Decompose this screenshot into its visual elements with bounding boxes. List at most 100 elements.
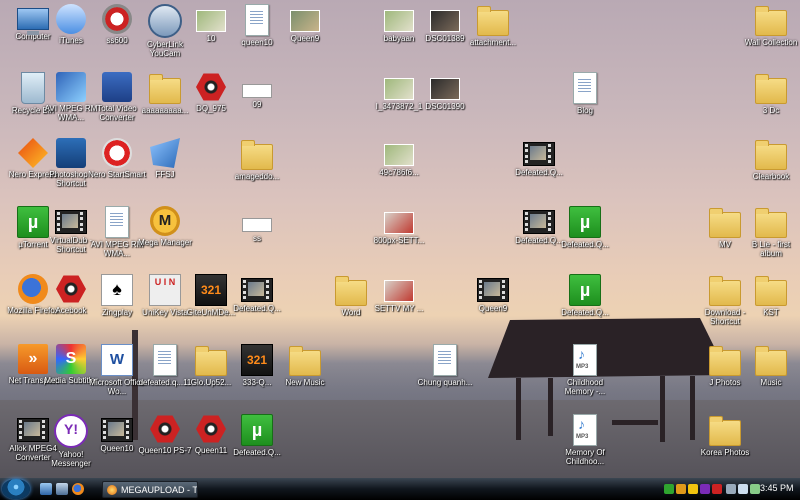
document-icon: [573, 72, 597, 104]
desktop-icon-label: Defeated.Q...: [233, 304, 281, 313]
image-icon: [430, 78, 460, 100]
desktop-icon[interactable]: New Music: [276, 344, 334, 387]
tray-utorrent-icon[interactable]: [664, 484, 674, 494]
folder-icon: [709, 276, 741, 306]
desktop-icon-label: Korea Photos: [700, 448, 750, 457]
desktop-icon-label: attachment...: [469, 38, 517, 47]
desktop-icon[interactable]: attachment...: [464, 4, 522, 47]
folder-icon: [755, 6, 787, 36]
app-icon: [150, 138, 180, 168]
tray-yahoo-icon[interactable]: [688, 484, 698, 494]
virtualdub-icon: [55, 210, 87, 234]
desktop-icon[interactable]: Chung quanh...: [416, 344, 474, 387]
zingplay-icon: ♠: [101, 274, 133, 306]
desktop-icon[interactable]: µ Defeated.Q...: [556, 274, 614, 317]
desktop-icon-label: Clearbook: [752, 172, 790, 181]
tray-language-icon[interactable]: [712, 484, 722, 494]
desktop-icon-label: 800px-SETT...: [373, 236, 425, 245]
show-desktop-icon[interactable]: [40, 483, 52, 495]
start-button[interactable]: [2, 479, 30, 499]
desktop-icon-label: Defeated.Q...: [561, 308, 609, 317]
mp3-file-icon: [573, 414, 597, 446]
image-icon: [384, 280, 414, 302]
desktop-icon-label: Chung quanh...: [417, 378, 473, 387]
desktop-icon-label: B Lie - first album: [751, 240, 791, 258]
yahoo-messenger-icon: Y!: [54, 414, 88, 448]
media-player-icon: [150, 415, 180, 443]
image-icon: [384, 144, 414, 166]
media-player-icon: [196, 73, 226, 101]
itunes-icon: [56, 4, 86, 34]
desktop-icon[interactable]: amageddo...: [228, 138, 286, 181]
desktop-icon-label: amageddo...: [234, 172, 280, 181]
folder-icon: [709, 416, 741, 446]
folder-icon: [709, 208, 741, 238]
folder-icon: [241, 140, 273, 170]
desktop-icon[interactable]: Memory Of Childhoo...: [556, 414, 614, 466]
taskbar-clock[interactable]: 3:45 PM: [760, 483, 794, 493]
desktop-icon-label: Music: [760, 378, 782, 387]
document-icon: [433, 344, 457, 376]
desktop-icon[interactable]: µ Defeated.Q...: [228, 414, 286, 457]
image-icon: [384, 212, 414, 234]
tray-app-icon[interactable]: [676, 484, 686, 494]
desktop-icon-label: Queen9: [290, 34, 320, 43]
desktop-icon[interactable]: FFSJ: [136, 138, 194, 179]
desktop-icon[interactable]: DSC01390: [416, 72, 474, 111]
desktop-icon[interactable]: Wall Collection: [742, 4, 800, 47]
desktop-icon[interactable]: Queen9: [276, 4, 334, 43]
tray-network-icon[interactable]: [726, 484, 736, 494]
folder-icon: [755, 208, 787, 238]
desktop-icon[interactable]: Childhood Memory -...: [556, 344, 614, 396]
image-icon: [196, 10, 226, 32]
desktop-icon[interactable]: Defeated.Q...: [228, 274, 286, 313]
firefox-quicklaunch-icon[interactable]: [72, 483, 84, 495]
desktop-icon[interactable]: Clearbook: [742, 138, 800, 181]
folder-icon: [149, 74, 181, 104]
folder-icon: [195, 346, 227, 376]
folder-icon: [477, 6, 509, 36]
switch-windows-icon[interactable]: [56, 483, 68, 495]
folder-icon: [755, 346, 787, 376]
desktop-icon-label: Defeated.Q...: [233, 448, 281, 457]
desktop-icon[interactable]: Blog: [556, 72, 614, 115]
desktop-icon-label: Childhood Memory -...: [564, 378, 606, 396]
kmplayer-icon: 321: [195, 274, 227, 306]
desktop-icon[interactable]: 49c786f6...: [370, 138, 428, 177]
taskbar-window-title: MEGAUPLOAD - Th...: [121, 485, 198, 495]
desktop-icon[interactable]: Defeated.Q...: [510, 138, 568, 177]
desktop-icon-label: SETTV MY ...: [374, 304, 424, 313]
desktop-icon-label: New Music: [285, 378, 325, 387]
tray-power-icon[interactable]: [750, 484, 760, 494]
torrent-file-icon: µ: [241, 414, 273, 446]
desktop-icon[interactable]: 09: [228, 72, 286, 109]
mega-manager-icon: M: [150, 206, 180, 236]
desktop-icon[interactable]: Queen9: [464, 274, 522, 313]
folder-icon: [755, 74, 787, 104]
desktop-icon-label: 3 Dc: [762, 106, 780, 115]
tray-messenger-icon[interactable]: [700, 484, 710, 494]
tray-volume-icon[interactable]: [738, 484, 748, 494]
desktop-icon-label: KST: [763, 308, 779, 317]
desktop-icon[interactable]: Music: [742, 344, 800, 387]
image-icon: [384, 78, 414, 100]
video-icon: [477, 278, 509, 302]
desktop-icon[interactable]: KST: [742, 274, 800, 317]
desktop-icon[interactable]: µ Defeated.Q...: [556, 206, 614, 249]
app-icon: [102, 4, 132, 34]
image-icon: [242, 218, 272, 232]
image-icon: [242, 84, 272, 98]
desktop-icon[interactable]: 3 Dc: [742, 72, 800, 115]
desktop-icon-label: Blog: [576, 106, 593, 115]
kmplayer-icon: 321: [241, 344, 273, 376]
desktop-icon[interactable]: M Mega Manager: [136, 206, 194, 247]
desktop-icon[interactable]: Korea Photos: [696, 414, 754, 457]
desktop-icon-label: Wall Collection: [744, 38, 798, 47]
desktop-icon[interactable]: SETTV MY ...: [370, 274, 428, 313]
desktop-icon[interactable]: ss: [228, 206, 286, 243]
folder-icon: [289, 346, 321, 376]
desktop-icon[interactable]: 800px-SETT...: [370, 206, 428, 245]
desktop-icon[interactable]: B Lie - first album: [742, 206, 800, 258]
taskbar-window-megaupload[interactable]: MEGAUPLOAD - Th...: [102, 481, 198, 498]
image-icon: [430, 10, 460, 32]
